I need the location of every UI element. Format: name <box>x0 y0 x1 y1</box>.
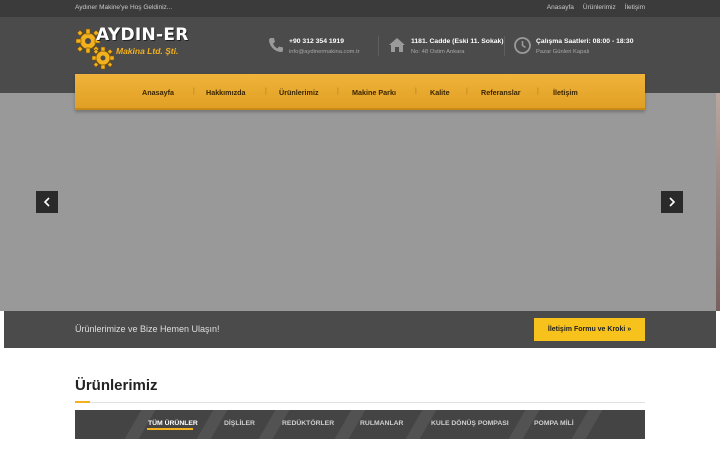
products-heading: Ürünlerimiz <box>75 377 158 394</box>
chevron-right-icon <box>669 197 676 207</box>
tab-gears[interactable]: DİŞLİLER <box>224 420 255 427</box>
nav-item-home[interactable]: Anasayfa <box>142 88 174 97</box>
clock-icon <box>514 37 531 54</box>
slider-next-button[interactable] <box>661 191 683 213</box>
welcome-text: Aydıner Makine'ye Hoş Geldiniz... <box>75 4 173 11</box>
top-link-contact[interactable]: İletişim <box>625 4 645 11</box>
address-street: 1181. Cadde (Eski 11. Sokak) <box>411 38 504 45</box>
tab-divider <box>196 410 228 439</box>
contact-hours: Çalışma Saatleri: 08:00 - 18:30 Pazar Gü… <box>514 37 633 59</box>
logo[interactable]: AYDIN-ER Makina Ltd. Şti. <box>76 25 196 71</box>
header-divider <box>504 36 505 56</box>
slider-prev-button[interactable] <box>36 191 58 213</box>
header-divider <box>378 36 379 56</box>
logo-title: AYDIN-ER <box>96 25 189 45</box>
working-hours: Çalışma Saatleri: 08:00 - 18:30 <box>536 38 634 45</box>
nav-item-machine-park[interactable]: Makine Parkı <box>352 88 396 97</box>
heading-underline <box>75 402 645 403</box>
top-link-products[interactable]: Ürünlerimiz <box>583 4 616 11</box>
nav-item-about[interactable]: Hakkımızda <box>206 88 246 97</box>
cta-text: Ürünlerimize ve Bize Hemen Ulaşın! <box>75 324 220 334</box>
nav-separator: | <box>337 88 339 95</box>
phone-icon <box>269 38 283 52</box>
nav-separator: | <box>265 88 267 95</box>
email-address[interactable]: info@aydinermakina.com.tr <box>289 47 360 57</box>
nav-separator: | <box>415 88 417 95</box>
nav-separator: | <box>466 88 468 95</box>
tab-tower-slewing-pump[interactable]: KULE DÖNÜŞ POMPASI <box>431 420 509 427</box>
tab-bearings[interactable]: RULMANLAR <box>360 420 403 427</box>
main-nav: Anasayfa | Hakkımızda | Ürünlerimiz | Ma… <box>75 74 645 110</box>
hero-slider <box>0 93 720 311</box>
tab-reducers[interactable]: REDÜKTÖRLER <box>282 420 334 427</box>
product-tabs: TÜM ÜRÜNLER DİŞLİLER REDÜKTÖRLER RULMANL… <box>75 410 645 439</box>
tab-divider <box>571 410 603 439</box>
nav-item-products[interactable]: Ürünlerimiz <box>279 88 319 97</box>
chevron-left-icon <box>43 197 50 207</box>
tab-pump-shaft[interactable]: POMPA MİLİ <box>534 420 574 427</box>
home-icon <box>389 38 405 52</box>
page: Aydıner Makine'ye Hoş Geldiniz... Anasay… <box>0 0 720 450</box>
nav-item-quality[interactable]: Kalite <box>430 88 450 97</box>
cta-bar: Ürünlerimize ve Bize Hemen Ulaşın! İleti… <box>4 311 716 348</box>
top-links: Anasayfa Ürünlerimiz İletişim <box>547 4 645 11</box>
phone-number[interactable]: +90 312 354 1919 <box>289 37 360 47</box>
heading-accent <box>75 401 90 403</box>
contact-form-button[interactable]: İletişim Formu ve Kroki » <box>534 318 645 341</box>
contact-address: 1181. Cadde (Eski 11. Sokak) No: 48 Osti… <box>388 37 504 59</box>
address-city: No: 48 Ostim Ankara <box>411 49 465 55</box>
top-bar: Aydıner Makine'ye Hoş Geldiniz... Anasay… <box>0 0 720 17</box>
active-tab-indicator <box>147 428 193 430</box>
tab-all-products[interactable]: TÜM ÜRÜNLER <box>148 420 198 427</box>
nav-item-contact[interactable]: İletişim <box>553 88 578 97</box>
slide-edge <box>716 93 720 311</box>
logo-subtitle: Makina Ltd. Şti. <box>116 46 179 56</box>
contact-phone: +90 312 354 1919 info@aydinermakina.com.… <box>268 37 360 59</box>
nav-separator: | <box>537 88 539 95</box>
closed-days: Pazar Günleri Kapalı <box>536 49 590 55</box>
nav-separator: | <box>193 88 195 95</box>
top-link-home[interactable]: Anasayfa <box>547 4 574 11</box>
nav-item-references[interactable]: Referanslar <box>481 88 521 97</box>
